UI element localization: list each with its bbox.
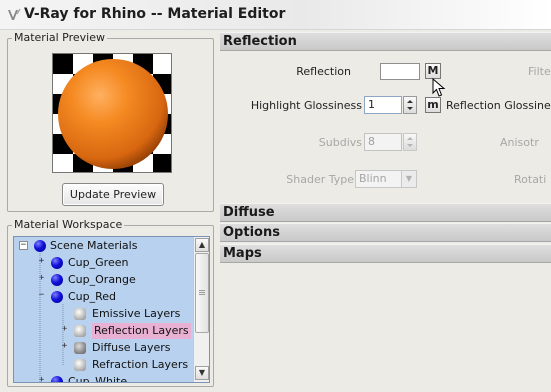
shader-type-select[interactable]: Blinn ▼ — [355, 170, 417, 188]
highlight-glossiness-label: Highlight Glossiness — [250, 99, 362, 112]
material-preview-image — [52, 53, 172, 173]
highlight-glossiness-map-button[interactable]: m — [425, 97, 441, 113]
tree-connector-lines — [39, 253, 64, 382]
material-workspace-group: Material Workspace − Scene Materials + C… — [7, 218, 214, 387]
subdivs-input[interactable]: 8 — [364, 133, 402, 151]
reflection-map-button[interactable]: M — [425, 63, 441, 79]
material-workspace-legend: Material Workspace — [12, 218, 125, 231]
window-title: V-Ray for Rhino -- Material Editor — [24, 6, 286, 22]
tree-scrollbar[interactable]: ▲ ▼ — [193, 237, 209, 382]
properties-panel: Reflection Reflection M Filte Highlight … — [220, 32, 551, 392]
section-maps-header[interactable]: Maps — [220, 244, 551, 263]
scroll-thumb[interactable] — [195, 253, 209, 333]
section-reflection-header[interactable]: Reflection — [220, 32, 551, 51]
title-bar: V-Ray for Rhino -- Material Editor — [0, 0, 551, 30]
shader-type-label: Shader Type — [286, 173, 354, 186]
material-editor-window: V-Ray for Rhino -- Material Editor Mater… — [0, 0, 551, 392]
reflection-label: Reflection — [296, 65, 351, 78]
reflection-color-swatch[interactable] — [380, 63, 420, 80]
chevron-down-icon: ▼ — [401, 171, 416, 187]
vray-logo-icon — [8, 8, 21, 20]
mouse-pointer-icon — [432, 78, 446, 97]
scroll-up-button[interactable]: ▲ — [195, 238, 209, 252]
update-preview-button[interactable]: Update Preview — [62, 183, 164, 206]
highlight-glossiness-spinner[interactable] — [403, 96, 417, 114]
scroll-down-button[interactable]: ▼ — [195, 366, 209, 380]
material-tree[interactable]: − Scene Materials + Cup_Green + Cup_Oran… — [13, 236, 210, 383]
reflection-glossiness-label: Reflection Glossines — [446, 99, 551, 112]
filter-label: Filte — [528, 65, 551, 78]
material-preview-group: Material Preview Update Preview — [7, 31, 214, 212]
subdivs-spinner[interactable] — [403, 133, 417, 151]
section-options-header[interactable]: Options — [220, 223, 551, 242]
material-preview-legend: Material Preview — [12, 31, 108, 44]
subdivs-label: Subdivs — [318, 136, 362, 149]
rotation-label: Rotati — [514, 173, 547, 186]
preview-sphere-render — [53, 54, 171, 172]
anisotropy-label: Anisotr — [500, 136, 539, 149]
section-diffuse-header[interactable]: Diffuse — [220, 203, 551, 222]
highlight-glossiness-input[interactable]: 1 — [364, 96, 402, 114]
shader-type-value: Blinn — [359, 172, 387, 185]
